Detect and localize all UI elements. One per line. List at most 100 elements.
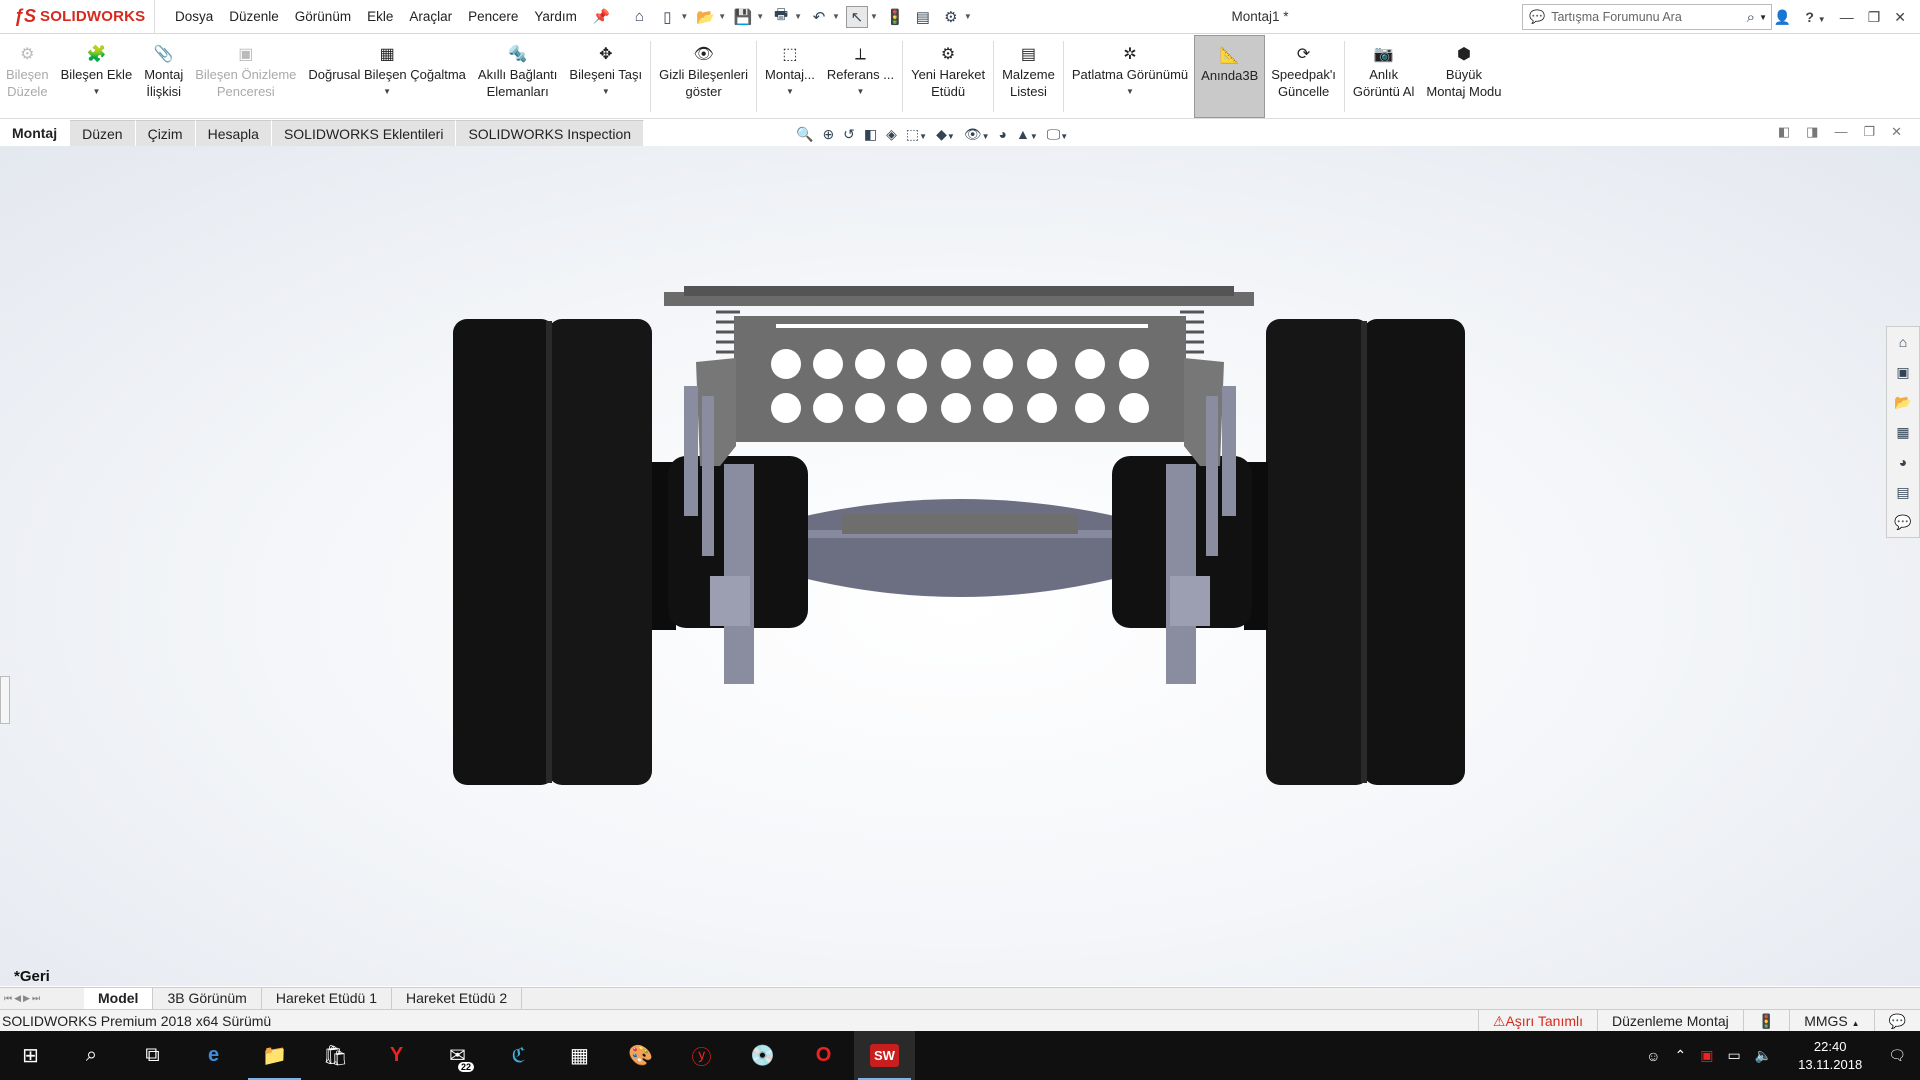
search-box[interactable]: 💬 Tartışma Forumunu Ara ⌕ ▼ bbox=[1522, 4, 1772, 30]
instant3d-button[interactable]: 📐 Anında3B bbox=[1194, 35, 1266, 118]
update-speedpak-button[interactable]: ⟳ Speedpak'ı Güncelle bbox=[1265, 35, 1342, 118]
chevron-down-icon[interactable]: ▼ bbox=[602, 83, 610, 100]
user-icon[interactable]: 👤 bbox=[1774, 9, 1791, 26]
task-view-icon[interactable]: ⧉ bbox=[122, 1031, 183, 1080]
large-assembly-mode-button[interactable]: ⬢ Büyük Montaj Modu bbox=[1420, 35, 1507, 118]
dynamic-annotation-icon[interactable]: ◈ bbox=[886, 126, 897, 143]
undo-icon[interactable]: ↶ bbox=[808, 6, 830, 28]
insert-component-button[interactable]: 🧩 Bileşen Ekle ▼ bbox=[55, 35, 139, 118]
clock[interactable]: 22:40 13.11.2018 bbox=[1786, 1038, 1874, 1074]
chevron-down-icon[interactable]: ▼ bbox=[786, 83, 794, 100]
prev-tab-icon[interactable]: ◀ bbox=[14, 993, 21, 1004]
notifications-icon[interactable]: 🗨 bbox=[1888, 1047, 1906, 1064]
restore-icon[interactable]: ❐ bbox=[1863, 124, 1875, 140]
collapse-left-icon[interactable]: ◧ bbox=[1778, 124, 1790, 140]
last-tab-icon[interactable]: ⏭ bbox=[32, 993, 40, 1004]
options-gear-icon[interactable]: ⚙ bbox=[940, 6, 962, 28]
home-icon[interactable]: ⌂ bbox=[1892, 331, 1914, 353]
calculator-icon[interactable]: ▦ bbox=[549, 1031, 610, 1080]
chevron-down-icon[interactable]: ▼ bbox=[832, 12, 840, 21]
save-icon[interactable]: 💾 bbox=[732, 6, 754, 28]
chevron-down-icon[interactable]: ▼ bbox=[718, 12, 726, 21]
apply-scene-icon[interactable]: ▲▼ bbox=[1016, 126, 1038, 142]
edge-browser-icon[interactable]: e bbox=[183, 1031, 244, 1080]
display-style-icon[interactable]: ◆▼ bbox=[936, 126, 955, 143]
chevron-up-icon[interactable]: ⌃ bbox=[1674, 1047, 1686, 1064]
open-folder-icon[interactable]: 📂 bbox=[694, 6, 716, 28]
file-explorer-icon[interactable]: 📁 bbox=[244, 1031, 305, 1080]
tab-scroll-controls[interactable]: ⏮ ◀ ▶ ⏭ bbox=[0, 988, 84, 1009]
help-icon[interactable]: ? ▼ bbox=[1805, 9, 1825, 25]
search-icon[interactable]: ⌕ bbox=[61, 1031, 122, 1080]
perforated-plate[interactable] bbox=[734, 316, 1186, 442]
print-icon[interactable]: 🖶 bbox=[770, 6, 792, 28]
mate-button[interactable]: 📎 Montaj İlişkisi bbox=[138, 35, 189, 118]
mail-icon[interactable]: ✉ 22 bbox=[427, 1031, 488, 1080]
restore-icon[interactable]: ❐ bbox=[1868, 9, 1881, 26]
forum-icon[interactable]: 💬 bbox=[1892, 511, 1914, 533]
minimize-icon[interactable]: — bbox=[1840, 9, 1854, 25]
tab-3d-view[interactable]: 3B Görünüm bbox=[153, 988, 262, 1009]
paint-icon[interactable]: 🎨 bbox=[610, 1031, 671, 1080]
section-view-icon[interactable]: ◧ bbox=[864, 126, 877, 143]
view-settings-icon[interactable]: 🖵▼ bbox=[1047, 126, 1068, 143]
design-library-icon[interactable]: ▣ bbox=[1892, 361, 1914, 383]
smart-fasteners-button[interactable]: 🔩 Akıllı Bağlantı Elemanları bbox=[472, 35, 564, 118]
previous-view-icon[interactable]: ↺ bbox=[843, 126, 855, 143]
view-orientation-icon[interactable]: ⬚▼ bbox=[906, 126, 927, 143]
search-input[interactable]: Tartışma Forumunu Ara bbox=[1551, 10, 1746, 24]
chevron-down-icon[interactable]: ▼ bbox=[92, 83, 100, 100]
zoom-to-area-icon[interactable]: ⊕ bbox=[822, 126, 834, 143]
home-icon[interactable]: ⌂ bbox=[628, 6, 650, 28]
tab-motion-study-2[interactable]: Hareket Etüdü 2 bbox=[392, 988, 523, 1009]
minimize-icon[interactable]: — bbox=[1834, 124, 1847, 140]
menu-duzenle[interactable]: Düzenle bbox=[221, 0, 287, 34]
volume-icon[interactable]: 🔈 bbox=[1755, 1047, 1772, 1064]
vehicle-axle-assembly-model[interactable] bbox=[0, 146, 1920, 986]
unit-system[interactable]: MMGS ▲ bbox=[1789, 1009, 1873, 1032]
opera-icon[interactable]: O bbox=[793, 1031, 854, 1080]
assembly-features-button[interactable]: ⬚ Montaj... ▼ bbox=[759, 35, 821, 118]
hide-show-items-icon[interactable]: 👁▼ bbox=[964, 126, 990, 143]
close-icon[interactable]: ✕ bbox=[1894, 9, 1906, 26]
first-tab-icon[interactable]: ⏮ bbox=[4, 993, 12, 1004]
view-palette-icon[interactable]: ▦ bbox=[1892, 421, 1914, 443]
menu-pencere[interactable]: Pencere bbox=[460, 0, 526, 34]
file-properties-icon[interactable]: ▤ bbox=[912, 6, 934, 28]
file-explorer-icon[interactable]: 📂 bbox=[1892, 391, 1914, 413]
tab-montaj[interactable]: Montaj bbox=[0, 120, 71, 146]
custom-properties-icon[interactable]: ▤ bbox=[1892, 481, 1914, 503]
feature-manager-expand-handle[interactable] bbox=[0, 676, 10, 724]
menu-dosya[interactable]: Dosya bbox=[167, 0, 221, 34]
edit-component-button[interactable]: ⚙ Bileşen Düzele bbox=[0, 35, 55, 118]
antivirus-icon[interactable]: ▣ bbox=[1700, 1047, 1713, 1064]
store-icon[interactable]: 🛍 bbox=[305, 1031, 366, 1080]
left-tire[interactable] bbox=[453, 319, 652, 785]
new-document-icon[interactable]: ▯ bbox=[656, 6, 678, 28]
app-icon[interactable]: ℭ bbox=[488, 1031, 549, 1080]
select-cursor-icon[interactable]: ↖ bbox=[845, 5, 868, 28]
exploded-view-button[interactable]: ✲ Patlatma Görünümü ▼ bbox=[1066, 35, 1194, 118]
battery-icon[interactable]: ▭ bbox=[1727, 1047, 1740, 1064]
media-disc-icon[interactable]: 💿 bbox=[732, 1031, 793, 1080]
chevron-down-icon[interactable]: ▼ bbox=[756, 12, 764, 21]
take-snapshot-button[interactable]: 📷 Anlık Görüntü Al bbox=[1347, 35, 1420, 118]
over-defined-status[interactable]: ⚠Aşırı Tanımlı bbox=[1477, 1009, 1597, 1032]
chevron-down-icon[interactable]: ▼ bbox=[870, 12, 878, 21]
yandex-icon[interactable]: Y bbox=[366, 1031, 427, 1080]
chevron-down-icon[interactable]: ▼ bbox=[794, 12, 802, 21]
traffic-light-icon[interactable]: 🚦 bbox=[884, 6, 906, 28]
edit-appearance-icon[interactable]: ◕ bbox=[998, 126, 1006, 142]
appearances-icon[interactable]: ◕ bbox=[1892, 451, 1914, 473]
solidworks-taskbar-icon[interactable]: SW bbox=[854, 1031, 915, 1080]
menu-yardim[interactable]: Yardım bbox=[526, 0, 585, 34]
windows-start-icon[interactable]: ⊞ bbox=[0, 1031, 61, 1080]
collapse-right-icon[interactable]: ◨ bbox=[1806, 124, 1818, 140]
chevron-down-icon[interactable]: ▼ bbox=[964, 12, 972, 21]
graphics-area[interactable]: ⌂ ▣ 📂 ▦ ◕ ▤ 💬 Y X bbox=[0, 146, 1920, 986]
bill-of-materials-button[interactable]: ▤ Malzeme Listesi bbox=[996, 35, 1061, 118]
reference-geometry-button[interactable]: ⟂ Referans ... ▼ bbox=[821, 35, 900, 118]
tab-hesapla[interactable]: Hesapla bbox=[195, 120, 272, 146]
close-icon[interactable]: ✕ bbox=[1891, 124, 1902, 140]
tab-inspection[interactable]: SOLIDWORKS Inspection bbox=[456, 120, 645, 146]
